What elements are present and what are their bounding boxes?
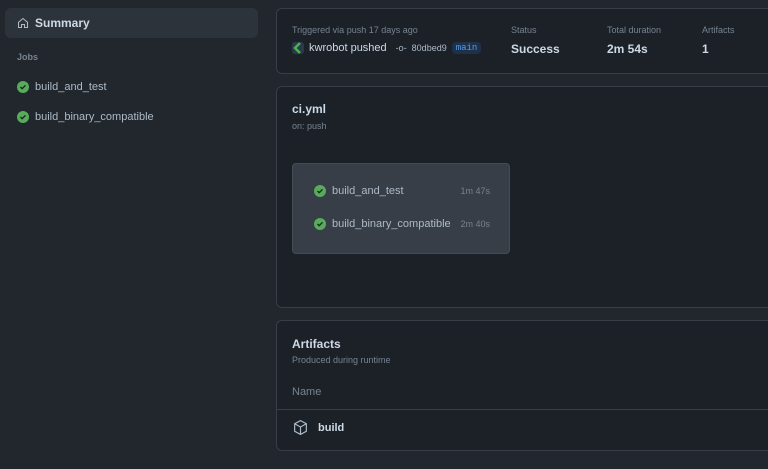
sidebar-job-build-and-test[interactable]: build_and_test xyxy=(17,81,107,93)
name-column-header: Name xyxy=(292,386,322,398)
sidebar-job-build-binary-compatible[interactable]: build_binary_compatible xyxy=(17,111,154,123)
job-duration: 1m 47s xyxy=(460,186,490,196)
artifacts-label: Artifacts xyxy=(702,25,735,35)
job-name: build_binary_compatible xyxy=(35,111,154,123)
divider xyxy=(277,409,768,410)
workflow-graph-card: ci.yml on: push build_and_test 1m 47s bu… xyxy=(276,86,768,308)
branch-badge[interactable]: main xyxy=(451,42,482,54)
job-group: build_and_test 1m 47s build_binary_compa… xyxy=(292,163,510,254)
artifacts-subtitle: Produced during runtime xyxy=(292,355,391,365)
commit-icon: -o- xyxy=(395,43,407,53)
run-summary-card: Triggered via push 17 days ago kwrobot p… xyxy=(276,8,768,74)
job-duration: 2m 40s xyxy=(460,219,490,229)
check-circle-icon xyxy=(314,185,326,197)
status-value: Success xyxy=(511,42,560,56)
actor-link[interactable]: kwrobot pushed xyxy=(309,42,387,54)
artifacts-count: 1 xyxy=(702,42,709,56)
job-name: build_and_test xyxy=(332,185,404,197)
graph-job-build-and-test[interactable]: build_and_test 1m 47s xyxy=(314,185,490,197)
push-info: kwrobot pushed -o- 80dbed9 main xyxy=(292,42,482,54)
package-icon xyxy=(294,419,307,436)
duration-label: Total duration xyxy=(607,25,662,35)
check-circle-icon xyxy=(17,111,29,123)
artifacts-title: Artifacts xyxy=(292,337,341,351)
job-name: build_and_test xyxy=(35,81,107,93)
artifact-link[interactable]: build xyxy=(318,422,344,434)
check-circle-icon xyxy=(17,81,29,93)
job-name: build_binary_compatible xyxy=(332,218,451,230)
sidebar: Summary Jobs build_and_test build_binary… xyxy=(0,0,266,469)
duration-value: 2m 54s xyxy=(607,42,648,56)
home-icon xyxy=(17,17,29,29)
check-circle-icon xyxy=(314,218,326,230)
trigger-text: Triggered via push 17 days ago xyxy=(292,25,418,35)
commit-link[interactable]: 80dbed9 xyxy=(412,43,447,53)
jobs-heading: Jobs xyxy=(17,52,39,62)
sidebar-item-summary[interactable]: Summary xyxy=(5,8,258,38)
artifacts-card: Artifacts Produced during runtime Name b… xyxy=(276,320,768,451)
workflow-file: ci.yml xyxy=(292,102,327,116)
graph-job-build-binary-compatible[interactable]: build_binary_compatible 2m 40s xyxy=(314,218,490,230)
workflow-trigger: on: push xyxy=(292,121,327,131)
status-label: Status xyxy=(511,25,537,35)
summary-label: Summary xyxy=(35,16,90,30)
avatar[interactable] xyxy=(292,42,304,54)
artifact-row[interactable]: build xyxy=(292,419,344,436)
